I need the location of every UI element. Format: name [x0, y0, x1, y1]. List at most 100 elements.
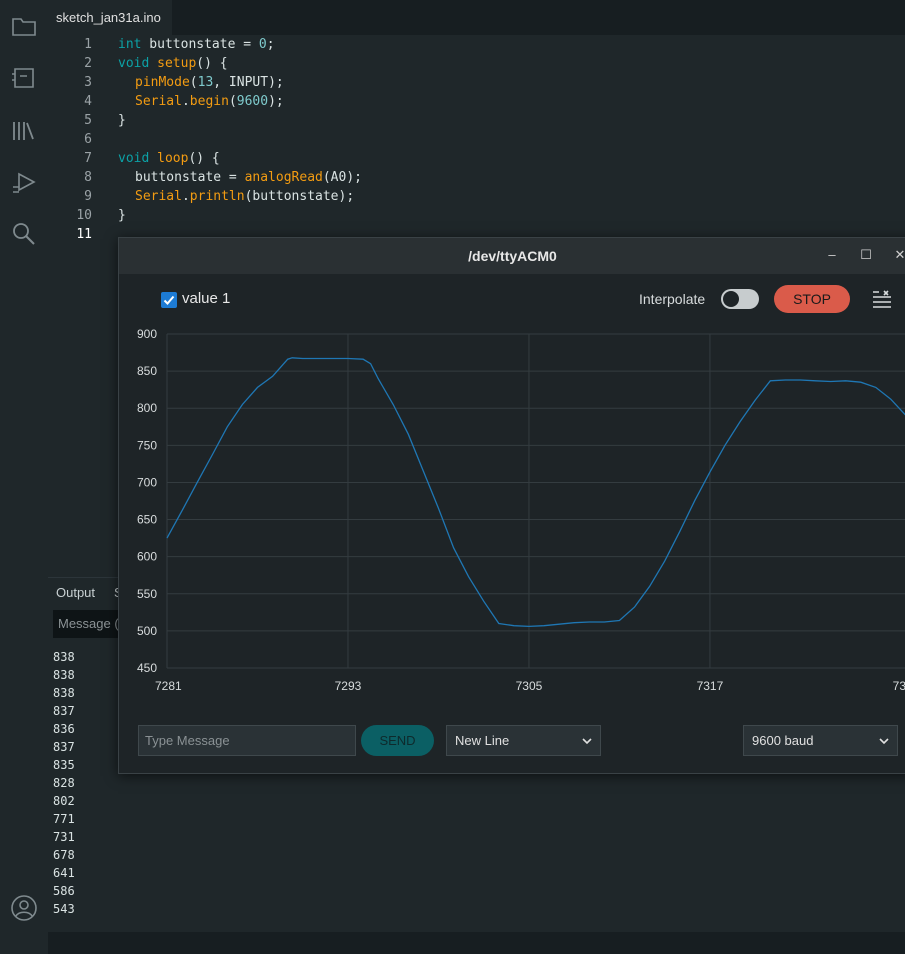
interpolate-toggle[interactable] — [721, 289, 759, 309]
x-tick-label: 7305 — [516, 679, 543, 693]
code-line-10[interactable]: } — [118, 206, 126, 225]
activity-bar — [0, 0, 48, 954]
code-token: buttonstate = — [135, 170, 245, 185]
clear-list-icon[interactable] — [871, 288, 893, 310]
x-tick-label: 7317 — [697, 679, 724, 693]
code-token: Serial — [135, 94, 182, 109]
code-token: ( — [228, 94, 237, 109]
editor-tab-bar — [48, 0, 905, 35]
y-tick-label: 500 — [137, 624, 157, 638]
code-token: analogRead — [244, 170, 323, 185]
y-tick-label: 850 — [137, 364, 157, 378]
line-number: 8 — [84, 170, 92, 185]
debug-icon[interactable] — [10, 168, 38, 196]
line-number: 9 — [84, 189, 92, 204]
code-token: . — [181, 94, 190, 109]
y-tick-label: 550 — [137, 587, 157, 601]
series-line-value-1 — [166, 357, 905, 628]
code-token: , INPUT); — [213, 75, 284, 90]
log-line: 771 — [53, 812, 75, 826]
line-number: 7 — [84, 151, 92, 166]
account-icon[interactable] — [10, 894, 38, 922]
code-token: 0 — [258, 37, 267, 52]
line-ending-select[interactable]: New Line — [446, 725, 601, 756]
code-token: ); — [268, 94, 284, 109]
code-line-3[interactable]: pinMode(13, INPUT); — [135, 73, 284, 92]
code-line-2[interactable]: void setup() { — [118, 54, 228, 73]
serial-message-input[interactable]: Message ( — [53, 610, 123, 638]
series-checkbox[interactable] — [161, 292, 177, 308]
code-token: void — [118, 56, 150, 71]
type-message-input[interactable] — [138, 725, 356, 756]
plotter-title: /dev/ttyACM0 — [468, 248, 557, 264]
log-line: 586 — [53, 884, 75, 898]
y-tick-label: 450 — [137, 661, 157, 675]
code-token: ; — [266, 37, 275, 52]
library-manager-icon[interactable] — [10, 117, 38, 145]
log-line: 837 — [53, 704, 75, 718]
tab-output[interactable]: Output — [56, 585, 95, 600]
line-number-gutter: 1 2 3 4 5 6 7 8 9 10 11 — [48, 35, 108, 577]
log-line: 838 — [53, 650, 75, 664]
close-button[interactable]: ✕ — [891, 246, 905, 264]
y-tick-label: 750 — [137, 438, 157, 452]
log-line: 838 — [53, 686, 75, 700]
tab-sketch-file[interactable]: sketch_jan31a.ino — [48, 0, 172, 35]
y-tick-label: 600 — [137, 550, 157, 564]
chevron-down-icon — [582, 738, 592, 745]
line-number-active: 11 — [76, 227, 92, 242]
code-line-5[interactable]: } — [118, 111, 126, 130]
code-token: (buttonstate); — [244, 189, 355, 204]
plotter-titlebar[interactable]: /dev/ttyACM0 – ☐ ✕ — [119, 238, 905, 274]
code-line-8[interactable]: buttonstate = analogRead(A0); — [135, 168, 362, 187]
log-line: 678 — [53, 848, 75, 862]
check-icon — [163, 295, 175, 305]
code-token: (A0); — [322, 170, 362, 185]
plot-chart: 900 850 800 750 700 650 600 550 500 450 7281 7293 7… — [137, 327, 905, 693]
y-tick-label: 700 — [137, 475, 157, 489]
folder-icon[interactable] — [10, 12, 38, 40]
code-line-7[interactable]: void loop() { — [118, 149, 220, 168]
y-tick-label: 800 — [137, 401, 157, 415]
line-number: 3 — [84, 75, 92, 90]
serial-plotter-window: /dev/ttyACM0 – ☐ ✕ value 1 Interpolate S… — [118, 237, 905, 774]
code-token: () { — [188, 151, 220, 166]
x-tick-label: 7281 — [155, 679, 182, 693]
baud-rate-select[interactable]: 9600 baud — [743, 725, 898, 756]
line-number: 1 — [84, 37, 92, 52]
code-token: Serial — [135, 189, 182, 204]
stop-button[interactable]: STOP — [774, 285, 850, 313]
code-token: begin — [189, 94, 229, 109]
x-tick-label: 7293 — [335, 679, 362, 693]
line-number: 5 — [84, 113, 92, 128]
chevron-down-icon — [879, 738, 889, 745]
line-number: 4 — [84, 94, 92, 109]
code-token: loop — [157, 151, 189, 166]
log-line: 828 — [53, 776, 75, 790]
board-manager-icon[interactable] — [10, 64, 38, 92]
code-token: 13 — [197, 75, 214, 90]
code-token: . — [181, 189, 190, 204]
log-line: 641 — [53, 866, 75, 880]
log-line: 543 — [53, 902, 75, 916]
line-number: 6 — [84, 132, 92, 147]
code-token: ( — [189, 75, 198, 90]
log-line: 837 — [53, 740, 75, 754]
toggle-knob — [723, 291, 739, 307]
log-line: 836 — [53, 722, 75, 736]
y-tick-label: 900 — [137, 327, 157, 341]
code-line-9[interactable]: Serial.println(buttonstate); — [135, 187, 354, 206]
send-button[interactable]: SEND — [361, 725, 434, 756]
code-token: () { — [196, 56, 228, 71]
code-line-1[interactable]: int buttonstate = 0; — [118, 35, 275, 54]
code-token: int — [118, 37, 142, 52]
search-icon[interactable] — [10, 220, 38, 248]
maximize-button[interactable]: ☐ — [857, 246, 875, 264]
code-line-4[interactable]: Serial.begin(9600); — [135, 92, 284, 111]
code-token: pinMode — [135, 75, 190, 90]
code-token: 9600 — [236, 94, 269, 109]
series-label: value 1 — [182, 290, 231, 307]
line-number: 10 — [76, 208, 92, 223]
minimize-button[interactable]: – — [823, 246, 841, 264]
